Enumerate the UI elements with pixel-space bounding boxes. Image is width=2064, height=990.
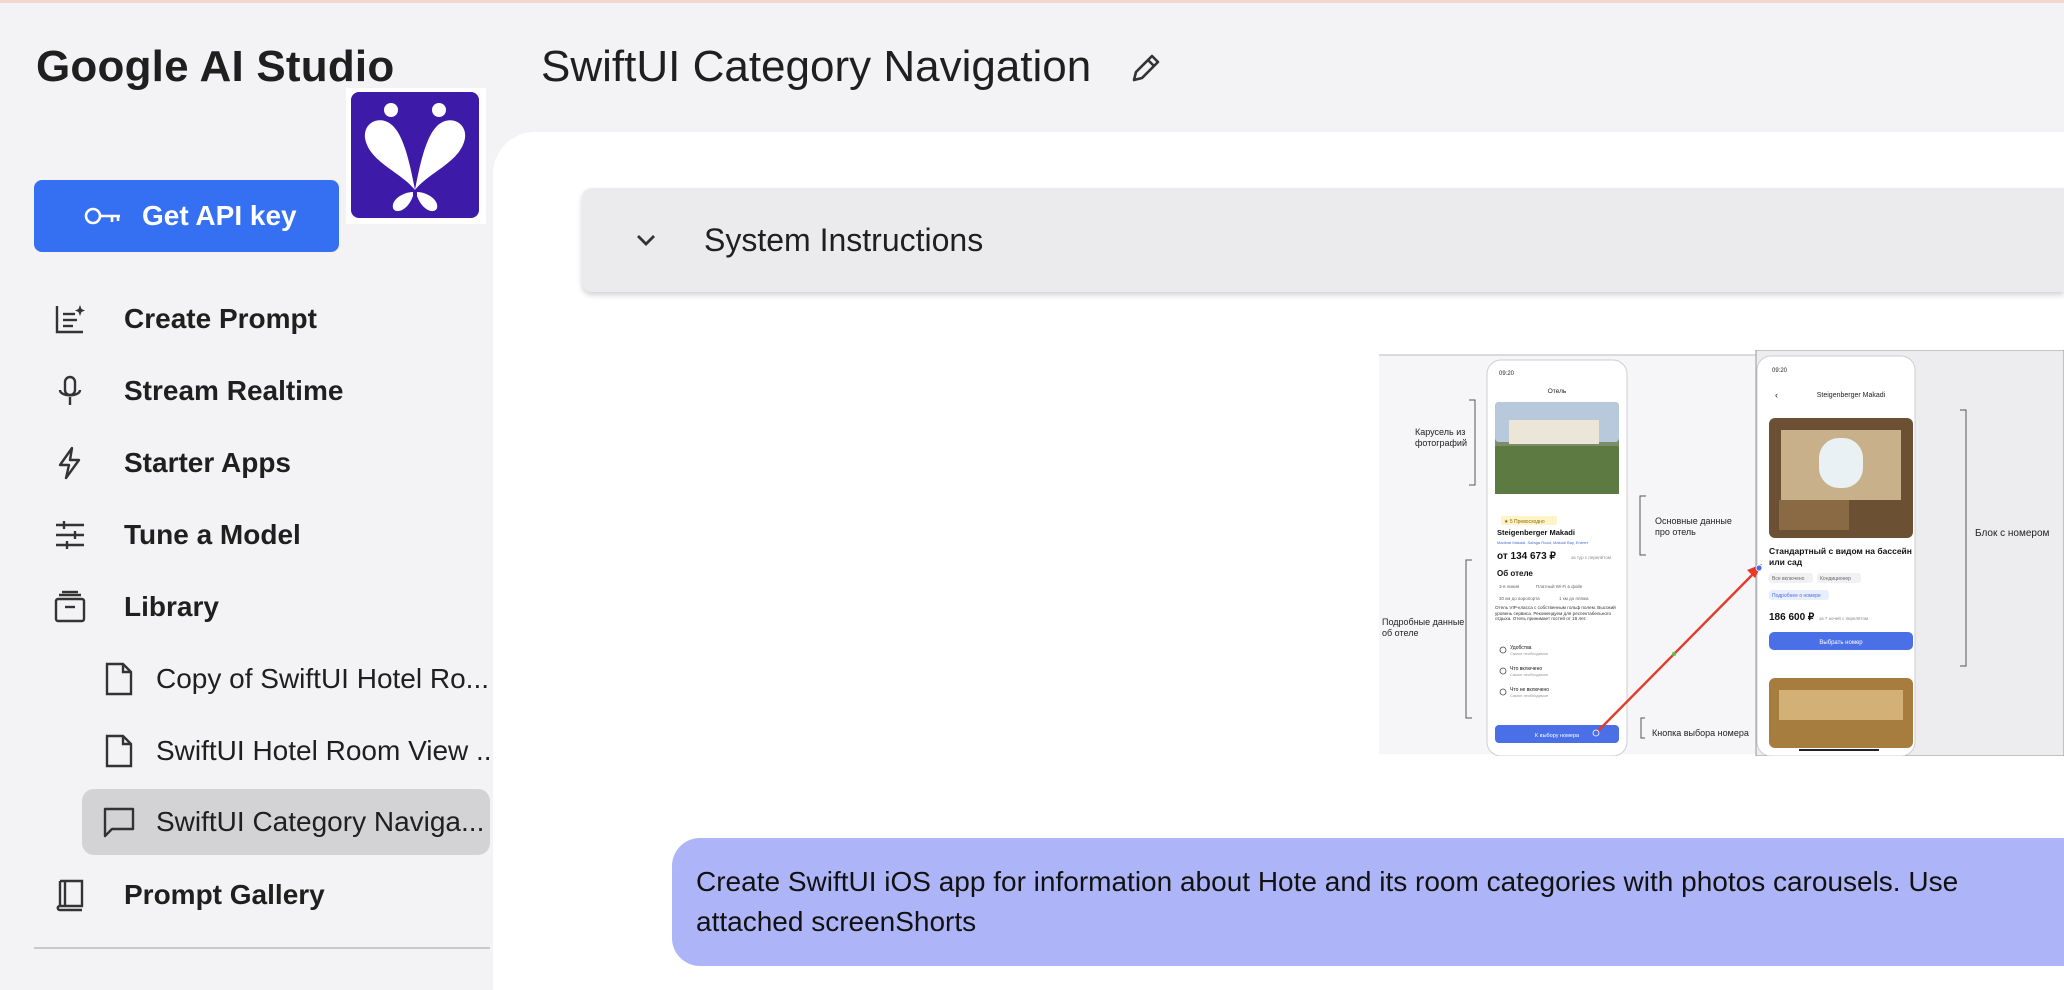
edit-pencil-icon[interactable] [1128,50,1164,86]
nav-prompt-gallery-label: Prompt Gallery [124,879,325,910]
svg-text:Выбрать номер: Выбрать номер [1819,640,1863,646]
svg-text:Кондиционер: Кондиционер [1820,576,1851,582]
document-icon [102,662,136,696]
svg-text:Стандартный с видом на бассейн: Стандартный с видом на бассейн [1769,546,1912,556]
annotation-text: Подробные данные [1382,617,1464,627]
microphone-icon [52,373,88,409]
svg-text:или сад: или сад [1769,557,1803,567]
annotation-text: Основные данные [1655,516,1732,526]
svg-text:Платный Wi-Fi в фойе: Платный Wi-Fi в фойе [1536,583,1583,589]
get-api-key-button[interactable]: Get API key [34,180,339,252]
get-api-key-label: Get API key [142,200,297,231]
svg-text:3-я линия: 3-я линия [1499,584,1520,589]
library-item-label: Copy of SwiftUI Hotel Ro... [156,663,490,694]
bolt-icon [52,445,88,481]
chat-icon [102,805,136,839]
svg-text:‹: ‹ [1775,390,1778,400]
nav-stream-realtime-label: Stream Realtime [124,375,344,406]
svg-text:30 км до аэропорта: 30 км до аэропорта [1499,596,1540,601]
butterfly-logo-icon [364,103,466,212]
svg-text:Все включено: Все включено [1772,576,1805,582]
svg-text:Самое необходимое: Самое необходимое [1510,672,1549,677]
svg-text:Самое необходимое: Самое необходимое [1510,651,1549,656]
nav-stream-realtime[interactable]: Stream Realtime [34,360,343,422]
user-prompt-bubble: Create SwiftUI iOS app for information a… [672,838,2064,966]
svg-text:Подробнее о номере: Подробнее о номере [1772,593,1821,599]
annotation-text: про отель [1655,527,1696,537]
system-instructions-label: System Instructions [704,221,984,258]
svg-text:09:20: 09:20 [1772,368,1788,374]
attached-screenshot[interactable]: Карусель из фотографий Основные данные п… [1379,350,2064,756]
nav-create-prompt-label: Create Prompt [124,303,317,334]
right-phone-mock: 09:20 ‹ Steigenberger Makadi Стандартный… [1756,355,1916,756]
left-phone-mock: 09:20 Отель ★ 5 Превосходно Steigenberge… [1486,359,1628,756]
svg-text:Отель: Отель [1548,388,1567,395]
user-prompt-text: Create SwiftUI iOS app for information a… [696,866,1959,937]
library-icon [52,589,88,625]
key-icon [84,205,124,227]
svg-text:Об отеле: Об отеле [1497,569,1533,578]
svg-text:К выбору номера: К выбору номера [1535,733,1580,739]
svg-text:1 км до пляжа: 1 км до пляжа [1559,596,1589,601]
nav-tune-model-label: Tune a Model [124,519,301,550]
annotation-text: фотографий [1415,438,1467,448]
svg-text:Madinat Makadi, Safaga Road, M: Madinat Makadi, Safaga Road, Makadi Bay,… [1497,540,1588,545]
svg-text:186 600 ₽: 186 600 ₽ [1769,612,1815,623]
book-icon [52,877,88,913]
library-item[interactable]: Copy of SwiftUI Hotel Ro... [82,646,490,712]
chevron-down-icon [628,222,664,258]
nav-tune-model[interactable]: Tune a Model [34,504,301,566]
nav-create-prompt[interactable]: Create Prompt [34,288,317,350]
create-prompt-icon [52,301,88,337]
annotation-text: Карусель из [1415,427,1465,437]
document-icon [102,734,136,768]
annotation-text: Блок с номером [1975,528,2050,539]
nav-prompt-gallery[interactable]: Prompt Gallery [34,864,325,926]
svg-text:Steigenberger Makadi: Steigenberger Makadi [1817,392,1886,399]
nav-starter-apps[interactable]: Starter Apps [34,432,291,494]
library-item-active[interactable]: SwiftUI Category Naviga... [82,789,490,855]
svg-text:Steigenberger Makadi: Steigenberger Makadi [1497,528,1575,537]
system-instructions-toggle[interactable]: System Instructions [582,188,2064,292]
nav-starter-apps-label: Starter Apps [124,447,292,478]
svg-text:Самое необходимое: Самое необходимое [1510,693,1549,698]
svg-text:от 134 673 ₽: от 134 673 ₽ [1497,551,1556,562]
svg-text:09:20: 09:20 [1499,371,1515,377]
svg-text:за тур с перелётом: за тур с перелётом [1571,555,1611,560]
tune-sliders-icon [52,517,88,553]
sidebar: Google AI Studio Get API key Create Prom… [0,0,493,990]
library-item[interactable]: SwiftUI Hotel Room View ... [82,718,490,784]
annotation-text: об отеле [1382,628,1418,638]
app-logo [346,88,486,224]
library-item-label: SwiftUI Hotel Room View ... [156,735,490,766]
svg-text:за 7 ночей с перелётом: за 7 ночей с перелётом [1819,615,1868,621]
nav-library[interactable]: Library [34,576,219,638]
library-item-label: SwiftUI Category Naviga... [156,806,485,837]
sidebar-divider [34,947,490,949]
annotation-text: Кнопка выбора номера [1652,728,1749,738]
svg-text:★ 5 Превосходно: ★ 5 Превосходно [1504,519,1545,525]
page-title: SwiftUI Category Navigation [541,42,1092,91]
brand-title: Google AI Studio [36,42,395,91]
nav-library-label: Library [124,591,219,622]
